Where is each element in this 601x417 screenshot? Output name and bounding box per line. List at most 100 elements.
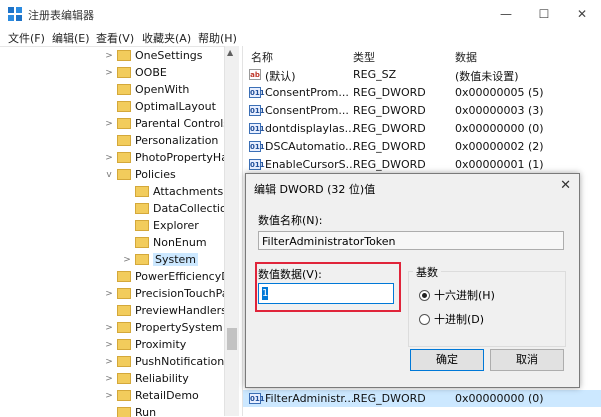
- binary-value-icon: 011: [249, 141, 265, 152]
- binary-value-icon: 011: [249, 123, 265, 134]
- folder-icon: [117, 135, 131, 146]
- expand-icon[interactable]: >: [104, 51, 114, 61]
- expand-icon[interactable]: >: [122, 255, 132, 265]
- tree-item[interactable]: NonEnum: [122, 234, 207, 251]
- scroll-up-icon[interactable]: ▲: [227, 48, 233, 57]
- folder-icon: [117, 84, 131, 95]
- tree-item[interactable]: PreviewHandlers: [104, 302, 227, 319]
- collapse-icon[interactable]: v: [104, 170, 114, 180]
- tree-item[interactable]: > Proximity: [104, 336, 186, 353]
- tree-item[interactable]: Run: [104, 404, 156, 417]
- value-name-field[interactable]: FilterAdministratorToken: [258, 231, 564, 250]
- tree-item[interactable]: > PushNotifications: [104, 353, 230, 370]
- folder-open-icon: [117, 169, 131, 180]
- column-header-name[interactable]: 名称: [251, 49, 273, 65]
- tree-item[interactable]: v Policies: [104, 166, 175, 183]
- expand-icon[interactable]: >: [104, 391, 114, 401]
- folder-icon: [117, 118, 131, 129]
- folder-icon: [117, 50, 131, 61]
- dialog-close-button[interactable]: ✕: [560, 178, 571, 193]
- string-value-icon: ab: [249, 69, 261, 80]
- expand-icon[interactable]: >: [104, 340, 114, 350]
- base-label: 基数: [413, 264, 441, 280]
- expand-icon[interactable]: >: [104, 68, 114, 78]
- window-title: 注册表编辑器: [28, 9, 94, 22]
- minimize-button[interactable]: —: [490, 4, 522, 24]
- menu-file[interactable]: 文件(F): [8, 30, 45, 46]
- folder-icon: [117, 152, 131, 163]
- tree-item[interactable]: > PhotoPropertyHa: [104, 149, 228, 166]
- folder-icon: [117, 322, 131, 333]
- expand-icon[interactable]: >: [104, 357, 114, 367]
- table-row[interactable]: 011 dontdisplaylas... REG_DWORD 0x000000…: [243, 120, 601, 137]
- menu-view[interactable]: 查看(V): [96, 30, 134, 46]
- tree-item-selected[interactable]: > System: [122, 251, 199, 268]
- folder-icon: [117, 339, 131, 350]
- expand-icon[interactable]: >: [104, 323, 114, 333]
- table-row-selected[interactable]: 011 FilterAdministr... REG_DWORD 0x00000…: [243, 390, 601, 407]
- folder-icon: [117, 67, 131, 78]
- expand-icon[interactable]: >: [104, 289, 114, 299]
- radio-selected-icon[interactable]: [419, 289, 430, 301]
- scrollbar-thumb[interactable]: [227, 328, 237, 350]
- radio-unselected-icon[interactable]: [419, 313, 430, 325]
- binary-value-icon: 011: [249, 87, 265, 98]
- binary-value-icon: 011: [249, 393, 265, 404]
- title-bar: 注册表编辑器 — ☐ ✕: [0, 0, 601, 28]
- column-header-data[interactable]: 数据: [455, 49, 477, 65]
- folder-icon: [117, 271, 131, 282]
- value-name-label: 数值名称(N):: [258, 214, 323, 227]
- folder-icon: [117, 373, 131, 384]
- tree-item[interactable]: Attachments: [122, 183, 223, 200]
- tree-item[interactable]: > OOBE: [104, 64, 167, 81]
- cancel-button[interactable]: 取消: [490, 349, 564, 371]
- column-header-type[interactable]: 类型: [353, 49, 375, 65]
- folder-icon: [117, 101, 131, 112]
- menu-bar: 文件(F) 编辑(E) 查看(V) 收藏夹(A) 帮助(H): [0, 28, 601, 46]
- tree-item[interactable]: > Parental Controls: [104, 115, 229, 132]
- folder-icon: [135, 186, 149, 197]
- binary-value-icon: 011: [249, 105, 265, 116]
- binary-value-icon: 011: [249, 159, 265, 170]
- menu-favorites[interactable]: 收藏夹(A): [142, 30, 191, 46]
- menu-edit[interactable]: 编辑(E): [52, 30, 90, 46]
- table-row[interactable]: ab (默认) REG_SZ (数值未设置): [243, 66, 601, 83]
- menu-help[interactable]: 帮助(H): [198, 30, 237, 46]
- folder-icon: [117, 288, 131, 299]
- table-row[interactable]: 011 DSCAutomatio... REG_DWORD 0x00000002…: [243, 138, 601, 155]
- registry-tree[interactable]: > OneSettings > OOBE OpenWith OptimalLayou…: [0, 46, 238, 417]
- tree-item[interactable]: OptimalLayout: [104, 98, 216, 115]
- tree-item[interactable]: > PrecisionTouchPa: [104, 285, 228, 302]
- hex-radio[interactable]: 十六进制(H): [419, 287, 495, 303]
- tree-item[interactable]: Explorer: [122, 217, 199, 234]
- folder-icon: [135, 254, 149, 265]
- tree-item[interactable]: OpenWith: [104, 81, 189, 98]
- folder-icon: [117, 356, 131, 367]
- tree-item[interactable]: > Reliability: [104, 370, 189, 387]
- dialog-title: 编辑 DWORD (32 位)值: [254, 183, 376, 196]
- folder-icon: [117, 305, 131, 316]
- tree-scrollbar[interactable]: ▲: [224, 46, 239, 416]
- maximize-button[interactable]: ☐: [528, 4, 560, 24]
- table-row[interactable]: 011 ConsentProm... REG_DWORD 0x00000005 …: [243, 84, 601, 101]
- close-window-button[interactable]: ✕: [566, 4, 598, 24]
- table-row[interactable]: 011 ConsentProm... REG_DWORD 0x00000003 …: [243, 102, 601, 119]
- folder-icon: [135, 203, 149, 214]
- table-row[interactable]: 011 EnableCursorS... REG_DWORD 0x0000000…: [243, 156, 601, 173]
- tree-item[interactable]: > PropertySystem: [104, 319, 222, 336]
- expand-icon[interactable]: >: [104, 153, 114, 163]
- tree-item[interactable]: PowerEfficiencyDi: [104, 268, 233, 285]
- folder-icon: [135, 237, 149, 248]
- registry-editor-icon: [8, 7, 22, 21]
- tree-item[interactable]: > RetailDemo: [104, 387, 199, 404]
- tree-item[interactable]: Personalization: [104, 132, 218, 149]
- highlight-box: [255, 262, 401, 312]
- base-group: 基数 十六进制(H) 十进制(D): [408, 264, 566, 347]
- expand-icon[interactable]: >: [104, 119, 114, 129]
- tree-item[interactable]: > OneSettings: [104, 47, 202, 64]
- expand-icon[interactable]: >: [104, 374, 114, 384]
- folder-icon: [117, 390, 131, 401]
- decimal-radio[interactable]: 十进制(D): [419, 311, 484, 327]
- ok-button[interactable]: 确定: [410, 349, 484, 371]
- tree-item[interactable]: DataCollection: [122, 200, 234, 217]
